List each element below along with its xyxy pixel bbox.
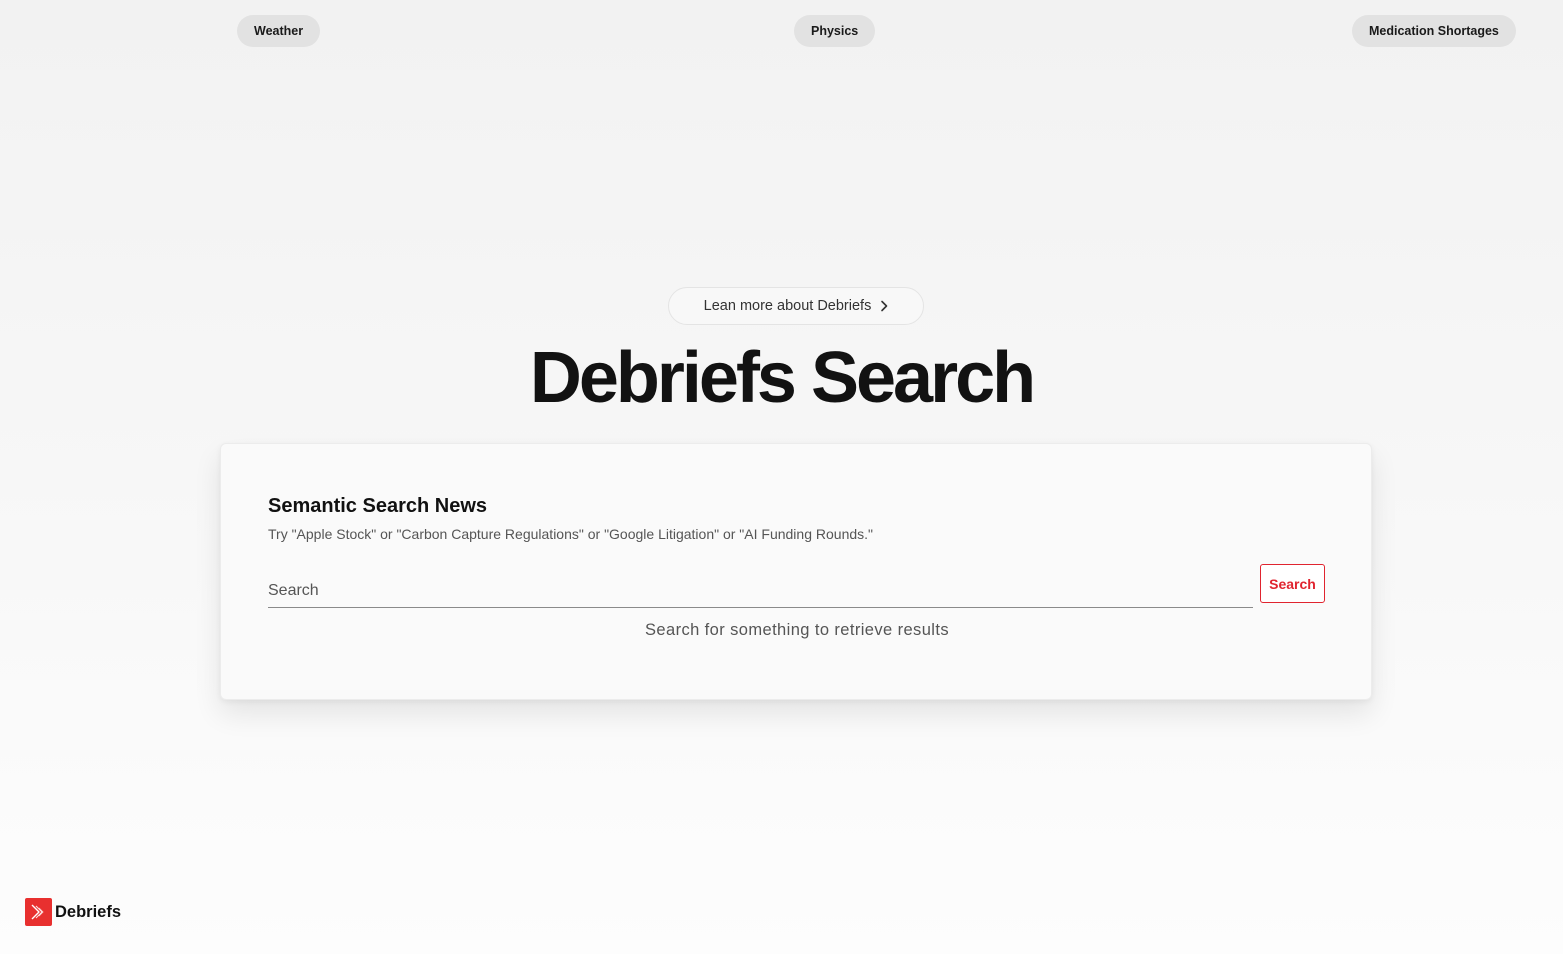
brand[interactable]: Debriefs: [25, 898, 121, 926]
card-title: Semantic Search News: [268, 495, 487, 517]
card-subtitle: Try "Apple Stock" or "Carbon Capture Reg…: [268, 526, 873, 542]
brand-name: Debriefs: [55, 902, 122, 921]
chevron-right-icon: [881, 300, 888, 312]
learn-more-label: Lean more about Debriefs: [703, 298, 872, 314]
topic-chip-medication-shortages[interactable]: Medication Shortages: [1352, 15, 1516, 47]
page-title: Debriefs Search: [529, 338, 1036, 418]
learn-more-link[interactable]: Lean more about Debriefs: [668, 287, 924, 325]
debriefs-logo-icon: [25, 898, 52, 926]
search-button[interactable]: Search: [1260, 564, 1325, 603]
empty-results-message: Search for something to retrieve results: [645, 621, 949, 639]
search-card: Semantic Search News Try "Apple Stock" o…: [220, 443, 1372, 700]
search-input[interactable]: [268, 575, 1253, 608]
topic-chip-weather[interactable]: Weather: [237, 15, 321, 47]
topic-chip-physics[interactable]: Physics: [794, 15, 876, 47]
